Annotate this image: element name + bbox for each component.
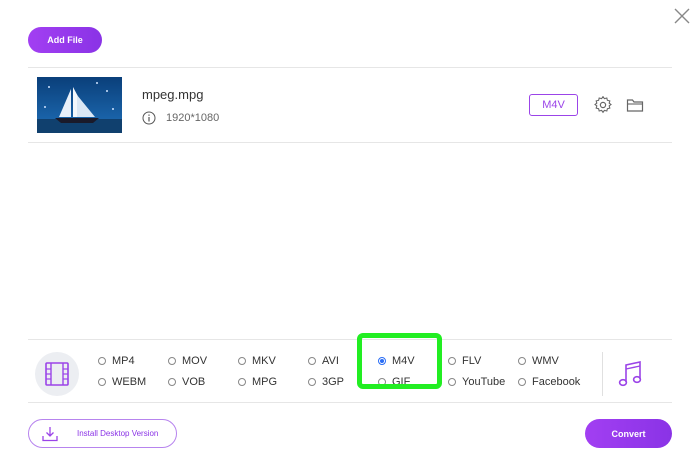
format-option-mkv[interactable]: MKV: [238, 354, 276, 368]
folder-icon[interactable]: [626, 97, 644, 113]
video-format-tab[interactable]: [35, 352, 79, 396]
format-option-wmv[interactable]: WMV: [518, 354, 559, 368]
divider: [28, 142, 672, 143]
file-resolution: 1920*1080: [166, 112, 220, 124]
format-option-webm[interactable]: WEBM: [98, 375, 146, 389]
info-icon[interactable]: [142, 111, 156, 125]
format-option-facebook[interactable]: Facebook: [518, 375, 580, 389]
close-button[interactable]: [672, 6, 692, 26]
format-option-mpg[interactable]: MPG: [238, 375, 277, 389]
format-option-youtube[interactable]: YouTube: [448, 375, 505, 389]
output-format-badge[interactable]: M4V: [529, 94, 578, 116]
format-option-vob[interactable]: VOB: [168, 375, 205, 389]
radio-mp4[interactable]: [98, 357, 106, 365]
radio-flv[interactable]: [448, 357, 456, 365]
divider: [28, 339, 672, 340]
add-file-button[interactable]: Add File: [28, 27, 102, 53]
radio-mpg[interactable]: [238, 378, 246, 386]
close-icon: [674, 8, 690, 24]
file-row: mpeg.mpg 1920*1080 M4V: [28, 68, 672, 142]
settings-icon[interactable]: [594, 96, 612, 114]
radio-facebook[interactable]: [518, 378, 526, 386]
radio-mov[interactable]: [168, 357, 176, 365]
file-name: mpeg.mpg: [142, 87, 204, 102]
download-icon: [42, 427, 58, 442]
radio-gif[interactable]: [378, 378, 386, 386]
audio-format-icon: [618, 361, 642, 387]
vertical-divider: [602, 352, 603, 396]
radio-vob[interactable]: [168, 378, 176, 386]
format-option-flv[interactable]: FLV: [448, 354, 481, 368]
install-desktop-label: Install Desktop Version: [77, 429, 159, 438]
format-option-mov[interactable]: MOV: [168, 354, 207, 368]
radio-3gp[interactable]: [308, 378, 316, 386]
audio-format-tab[interactable]: [618, 359, 644, 389]
radio-webm[interactable]: [98, 378, 106, 386]
radio-wmv[interactable]: [518, 357, 526, 365]
radio-youtube[interactable]: [448, 378, 456, 386]
install-desktop-button[interactable]: Install Desktop Version: [28, 419, 177, 448]
format-option-3gp[interactable]: 3GP: [308, 375, 344, 389]
format-option-gif[interactable]: GIF: [378, 375, 410, 389]
convert-button[interactable]: Convert: [585, 419, 672, 448]
radio-m4v[interactable]: [378, 357, 386, 365]
video-format-icon: [45, 362, 69, 386]
radio-mkv[interactable]: [238, 357, 246, 365]
format-option-m4v[interactable]: M4V: [378, 354, 415, 368]
divider: [28, 402, 672, 403]
video-thumbnail: [37, 77, 122, 133]
format-option-mp4[interactable]: MP4: [98, 354, 135, 368]
format-option-avi[interactable]: AVI: [308, 354, 339, 368]
radio-avi[interactable]: [308, 357, 316, 365]
